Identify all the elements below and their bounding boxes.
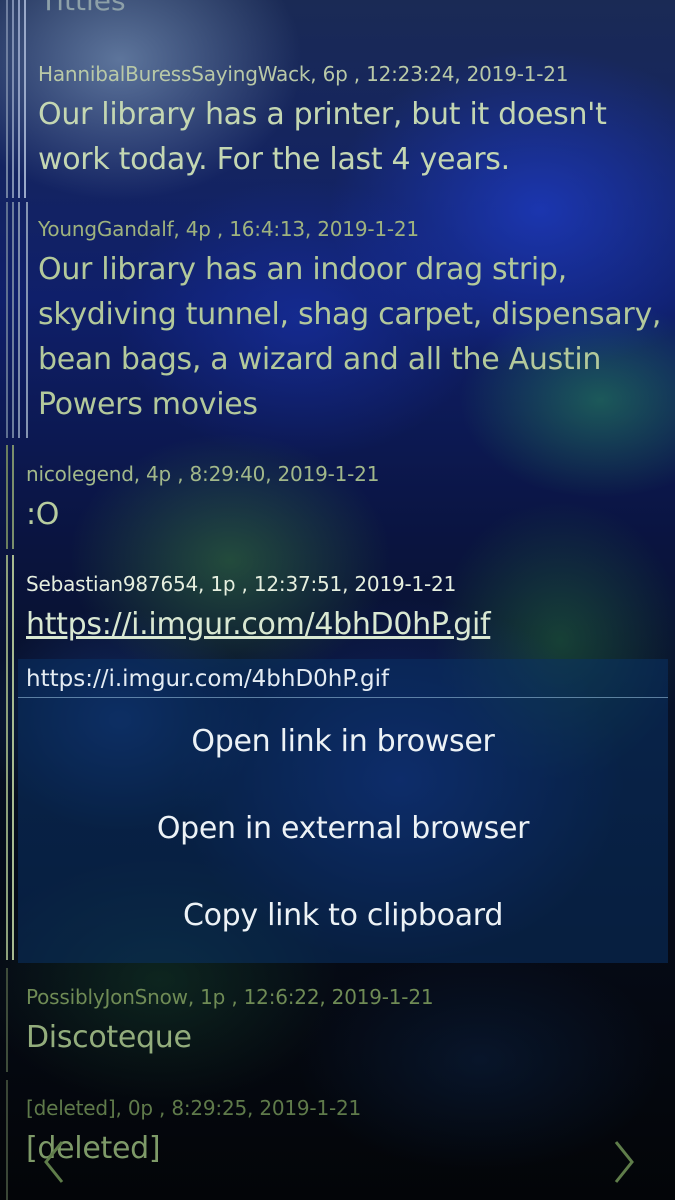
comment-body: Discoteque (26, 1020, 192, 1055)
depth-line (12, 0, 14, 198)
comment-item[interactable]: YoungGandalf, 4p , 16:4:13, 2019-1-21 Ou… (38, 217, 663, 427)
chevron-right-icon[interactable] (604, 1132, 644, 1192)
open-in-external-browser-menu-item[interactable]: Open in external browser (18, 785, 668, 872)
comment-item[interactable]: [deleted], 0p , 8:29:25, 2019-1-21 [dele… (26, 1096, 656, 1171)
depth-line (18, 0, 20, 198)
comment-author: Sebastian987654, 1p , 12:37:51, 2019-1-2… (26, 572, 457, 596)
comment-author: PossiblyJonSnow, 1p , 12:6:22, 2019-1-21 (26, 985, 434, 1009)
depth-line (12, 445, 14, 549)
comment-body: :O (26, 497, 60, 532)
depth-line (26, 202, 28, 438)
depth-line (6, 202, 8, 438)
depth-line (12, 202, 14, 438)
comment-body: Our library has an indoor drag strip, sk… (38, 252, 662, 422)
depth-line (18, 202, 20, 438)
comment-item[interactable]: HannibalBuressSayingWack, 6p , 12:23:24,… (38, 62, 663, 182)
parent-comment-text: Titties (40, 0, 126, 17)
depth-line (6, 0, 8, 198)
comment-item[interactable]: Sebastian987654, 1p , 12:37:51, 2019-1-2… (26, 572, 656, 647)
comment-item[interactable]: PossiblyJonSnow, 1p , 12:6:22, 2019-1-21… (26, 985, 656, 1060)
comment-author: HannibalBuressSayingWack, 6p , 12:23:24,… (38, 62, 569, 86)
copy-link-to-clipboard-menu-item[interactable]: Copy link to clipboard (18, 872, 668, 959)
comment-author: [deleted], 0p , 8:29:25, 2019-1-21 (26, 1096, 362, 1120)
comment-body: Our library has a printer, but it doesn'… (38, 97, 607, 177)
open-link-in-browser-menu-item[interactable]: Open link in browser (18, 698, 668, 785)
comment-author: nicolegend, 4p , 8:29:40, 2019-1-21 (26, 462, 380, 486)
comment-body: [deleted] (26, 1131, 161, 1166)
chevron-left-icon[interactable] (36, 1132, 76, 1192)
context-menu-url: https://i.imgur.com/4bhD0hP.gif (18, 659, 668, 698)
comment-thread: Titties HannibalBuressSayingWack, 6p , 1… (0, 0, 675, 1200)
comment-link[interactable]: https://i.imgur.com/4bhD0hP.gif (26, 607, 491, 642)
depth-line (6, 968, 8, 1072)
depth-line (24, 0, 26, 198)
comment-author: YoungGandalf, 4p , 16:4:13, 2019-1-21 (38, 217, 419, 241)
comment-item[interactable]: nicolegend, 4p , 8:29:40, 2019-1-21 :O (26, 462, 656, 537)
link-context-menu: https://i.imgur.com/4bhD0hP.gif Open lin… (18, 659, 668, 963)
depth-line (6, 1080, 8, 1200)
depth-line (6, 445, 8, 549)
depth-line (12, 555, 14, 960)
comment-body: https://i.imgur.com/4bhD0hP.gif (26, 602, 656, 647)
depth-line (6, 555, 8, 960)
